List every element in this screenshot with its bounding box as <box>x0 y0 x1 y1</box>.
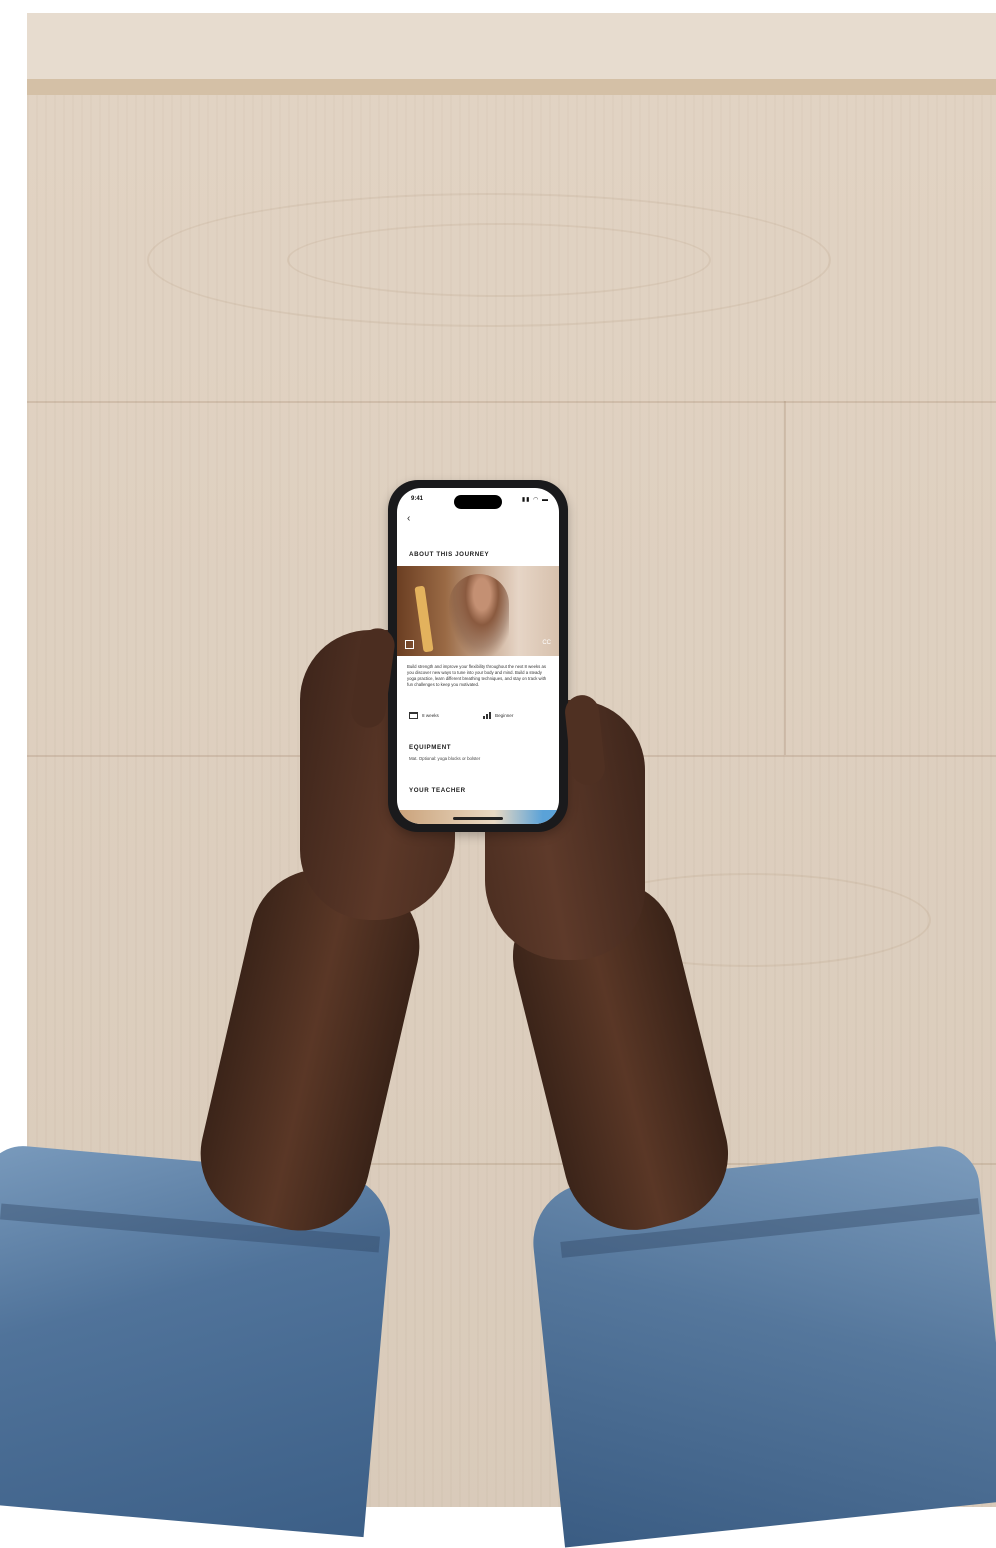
phone-screen: 9:41 ▮▮ ◠ ▬ ‹ ABOUT THIS JOURNEY CC Buil… <box>397 488 559 824</box>
dynamic-island <box>454 495 502 509</box>
back-button[interactable]: ‹ <box>407 514 410 524</box>
hero-person <box>449 574 509 656</box>
journey-description: Build strength and improve your flexibil… <box>407 664 547 687</box>
level-label: Beginner <box>495 713 514 718</box>
wood-grain <box>287 223 711 297</box>
home-indicator[interactable] <box>453 817 503 820</box>
level-bars-icon <box>483 712 491 719</box>
equipment-text: Mat. Optional: yoga blocks or bolster <box>409 756 481 761</box>
captions-icon[interactable]: CC <box>542 640 551 646</box>
hero-prop <box>414 585 434 653</box>
equipment-title: EQUIPMENT <box>409 744 452 751</box>
status-icons: ▮▮ ◠ ▬ <box>521 497 549 503</box>
floor-seam <box>27 401 996 403</box>
floor-gap <box>27 79 996 95</box>
floor-plank <box>27 13 996 81</box>
calendar-icon <box>409 712 418 719</box>
journey-video[interactable]: CC <box>397 566 559 656</box>
status-time: 9:41 <box>411 496 424 502</box>
duration-label: 8 weeks <box>422 713 439 718</box>
about-title: ABOUT THIS JOURNEY <box>409 551 490 558</box>
smartphone: 9:41 ▮▮ ◠ ▬ ‹ ABOUT THIS JOURNEY CC Buil… <box>388 480 568 832</box>
duration-meta: 8 weeks <box>409 712 439 719</box>
teacher-title: YOUR TEACHER <box>409 787 466 794</box>
level-meta: Beginner <box>483 712 513 719</box>
expand-icon[interactable] <box>405 640 414 649</box>
floor-seam <box>784 401 786 755</box>
